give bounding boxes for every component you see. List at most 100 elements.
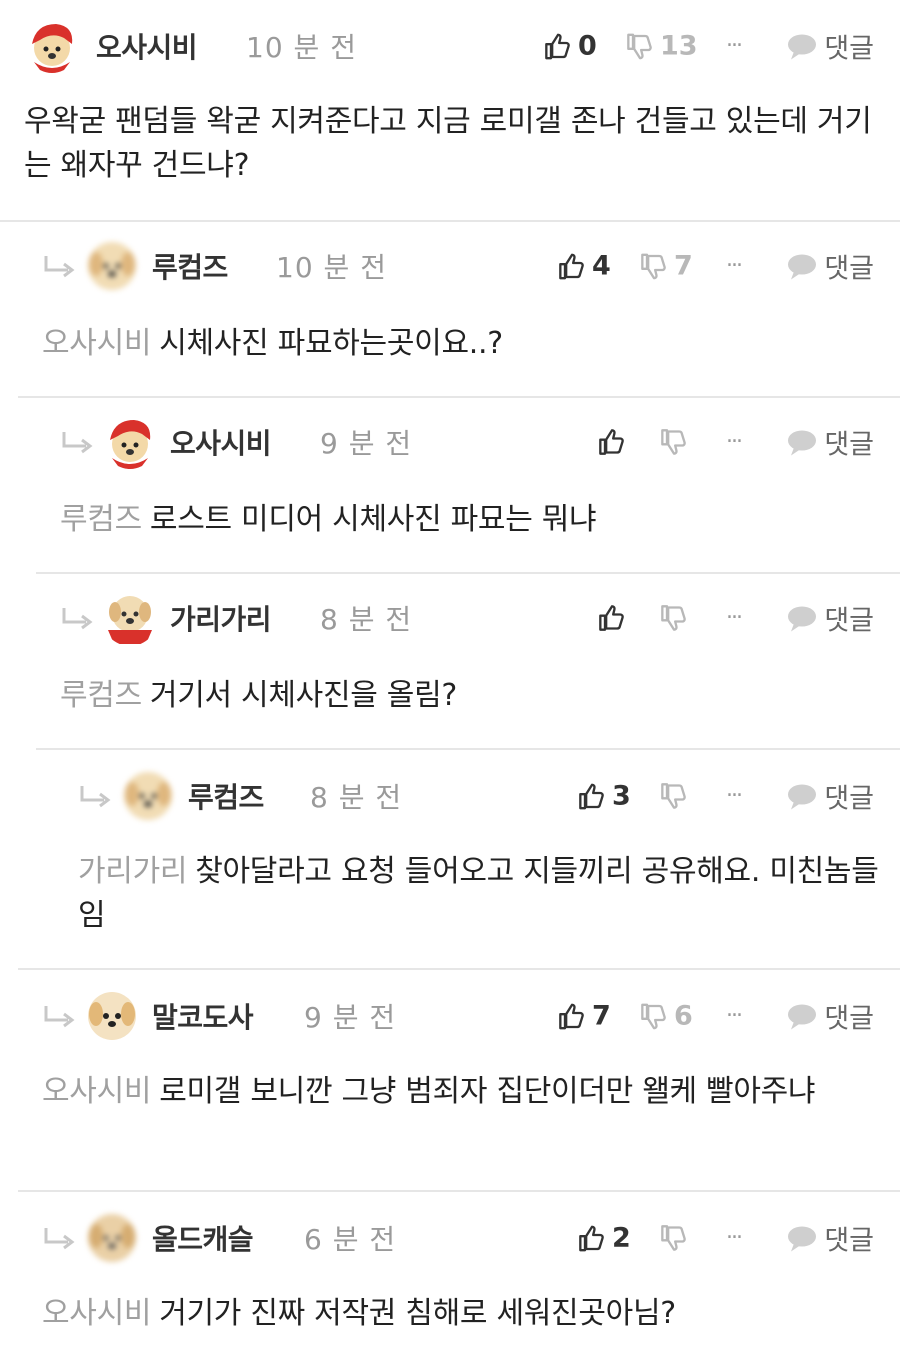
comment-item: 올드캐슬 6 분 전 2 ··· 댓글 오사시비 거기가 진짜 저작권 침해로 세… (18, 1192, 900, 1362)
upvote-button[interactable]: 4 (558, 251, 611, 282)
downvote-button[interactable]: 13 (626, 31, 698, 62)
thumbs-up-icon (579, 783, 604, 809)
username[interactable]: 루컴즈 (188, 776, 264, 816)
comment-header: 가리가리 8 분 전 ··· 댓글 (36, 588, 900, 648)
reply-arrow-icon (44, 1006, 75, 1028)
downvote-button[interactable] (660, 428, 688, 456)
timestamp: 10 분 전 (276, 251, 387, 284)
upvote-button[interactable]: 3 (578, 781, 631, 812)
reply-label: 댓글 (824, 253, 874, 285)
username[interactable]: 말코도사 (152, 996, 254, 1036)
reply-label: 댓글 (824, 429, 874, 461)
downvote-count: 13 (660, 30, 698, 62)
speech-bubble-icon (788, 606, 817, 631)
more-options-icon[interactable]: ··· (726, 1004, 743, 1029)
downvote-button[interactable] (660, 1224, 688, 1252)
reply-button[interactable]: 댓글 (786, 423, 874, 462)
timestamp: 8 분 전 (310, 781, 403, 814)
timestamp: 10 분 전 (246, 31, 357, 64)
upvote-button[interactable] (598, 428, 626, 456)
reply-label: 댓글 (824, 1003, 874, 1035)
thumbs-up-icon (599, 605, 624, 631)
comment-text-content: 거기서 시체사진을 올림? (149, 678, 458, 713)
username[interactable]: 올드캐슬 (152, 1218, 254, 1258)
speech-bubble-icon (788, 1226, 817, 1251)
reply-button[interactable]: 댓글 (786, 1219, 874, 1258)
upvote-button[interactable]: 0 (544, 31, 597, 62)
reply-button[interactable]: 댓글 (786, 599, 874, 638)
speech-bubble-icon (788, 430, 817, 455)
reply-button[interactable]: 댓글 (786, 247, 874, 286)
thumbs-up-icon (545, 33, 570, 59)
more-options-icon[interactable]: ··· (726, 606, 743, 631)
mention-username[interactable]: 오사시비 (42, 326, 152, 361)
thumbs-down-icon (661, 783, 686, 809)
comment-header: 루컴즈 10 분 전 4 7 ··· 댓글 (18, 236, 900, 296)
reply-label: 댓글 (824, 605, 874, 637)
thumbs-up-icon (599, 429, 624, 455)
avatar[interactable] (102, 590, 158, 646)
thumbs-up-icon (559, 1003, 584, 1029)
upvote-button[interactable] (598, 604, 626, 632)
reply-button[interactable]: 댓글 (786, 777, 874, 816)
comment-item: 오사시비 9 분 전 ··· 댓글 루컴즈 로스트 미디어 시체사진 파묘는 뭐냐 (36, 398, 900, 574)
more-options-icon[interactable]: ··· (726, 1226, 743, 1251)
mention-username[interactable]: 루컴즈 (60, 502, 142, 537)
thumbs-up-icon (559, 253, 584, 279)
reply-arrow-icon (44, 1228, 75, 1250)
avatar[interactable] (84, 238, 140, 294)
comment-header: 오사시비 10 분 전 0 13 ··· 댓글 (0, 16, 900, 76)
avatar[interactable] (24, 18, 80, 74)
avatar[interactable] (84, 1210, 140, 1266)
timestamp: 8 분 전 (320, 603, 413, 636)
avatar[interactable] (120, 768, 176, 824)
comment-text: 오사시비 거기가 진짜 저작권 침해로 세워진곳아님? (42, 1292, 880, 1336)
speech-bubble-icon (788, 34, 817, 59)
reply-arrow-icon (80, 786, 111, 808)
thumbs-down-icon (661, 429, 686, 455)
upvote-count: 3 (612, 780, 631, 812)
upvote-button[interactable]: 7 (558, 1001, 611, 1032)
username[interactable]: 오사시비 (170, 422, 272, 462)
thumbs-down-icon (627, 33, 652, 59)
username[interactable]: 오사시비 (96, 26, 198, 66)
timestamp: 9 분 전 (320, 427, 413, 460)
comment-text-content: 시체사진 파묘하는곳이요..? (159, 326, 503, 361)
mention-username[interactable]: 루컴즈 (60, 678, 142, 713)
downvote-button[interactable] (660, 782, 688, 810)
timestamp: 6 분 전 (304, 1223, 397, 1256)
reply-button[interactable]: 댓글 (786, 997, 874, 1036)
comment-text: 우왁굳 팬덤들 왁굳 지켜준다고 지금 로미갤 존나 건들고 있는데 거기는 왜… (24, 100, 880, 188)
avatar[interactable] (102, 414, 158, 470)
upvote-count: 4 (592, 250, 611, 282)
downvote-button[interactable] (660, 604, 688, 632)
comment-text-content: 우왁굳 팬덤들 왁굳 지켜준다고 지금 로미갤 존나 건들고 있는데 거기는 왜… (24, 104, 872, 183)
comment-text-content: 로스트 미디어 시체사진 파묘는 뭐냐 (149, 502, 597, 537)
speech-bubble-icon (788, 784, 817, 809)
upvote-button[interactable]: 2 (578, 1223, 631, 1254)
downvote-count: 7 (674, 250, 693, 282)
mention-username[interactable]: 가리가리 (78, 854, 188, 889)
downvote-count: 6 (674, 1000, 693, 1032)
username[interactable]: 루컴즈 (152, 246, 228, 286)
downvote-button[interactable]: 7 (640, 251, 693, 282)
reply-label: 댓글 (824, 33, 874, 65)
comment-text: 루컴즈 로스트 미디어 시체사진 파묘는 뭐냐 (60, 498, 880, 542)
more-options-icon[interactable]: ··· (726, 784, 743, 809)
more-options-icon[interactable]: ··· (726, 430, 743, 455)
comment-header: 말코도사 9 분 전 7 6 ··· 댓글 (18, 986, 900, 1046)
reply-button[interactable]: 댓글 (786, 27, 874, 66)
avatar[interactable] (84, 988, 140, 1044)
thumbs-up-icon (579, 1225, 604, 1251)
timestamp: 9 분 전 (304, 1001, 397, 1034)
downvote-button[interactable]: 6 (640, 1001, 693, 1032)
mention-username[interactable]: 오사시비 (42, 1074, 152, 1109)
mention-username[interactable]: 오사시비 (42, 1296, 152, 1331)
more-options-icon[interactable]: ··· (726, 34, 743, 59)
comment-item: 가리가리 8 분 전 ··· 댓글 루컴즈 거기서 시체사진을 올림? (36, 574, 900, 750)
thumbs-down-icon (661, 605, 686, 631)
comment-text: 오사시비 시체사진 파묘하는곳이요..? (42, 322, 880, 366)
comment-item: 말코도사 9 분 전 7 6 ··· 댓글 오사시비 로미갤 보니깐 그냥 범죄자… (18, 970, 900, 1192)
more-options-icon[interactable]: ··· (726, 254, 743, 279)
username[interactable]: 가리가리 (170, 598, 272, 638)
